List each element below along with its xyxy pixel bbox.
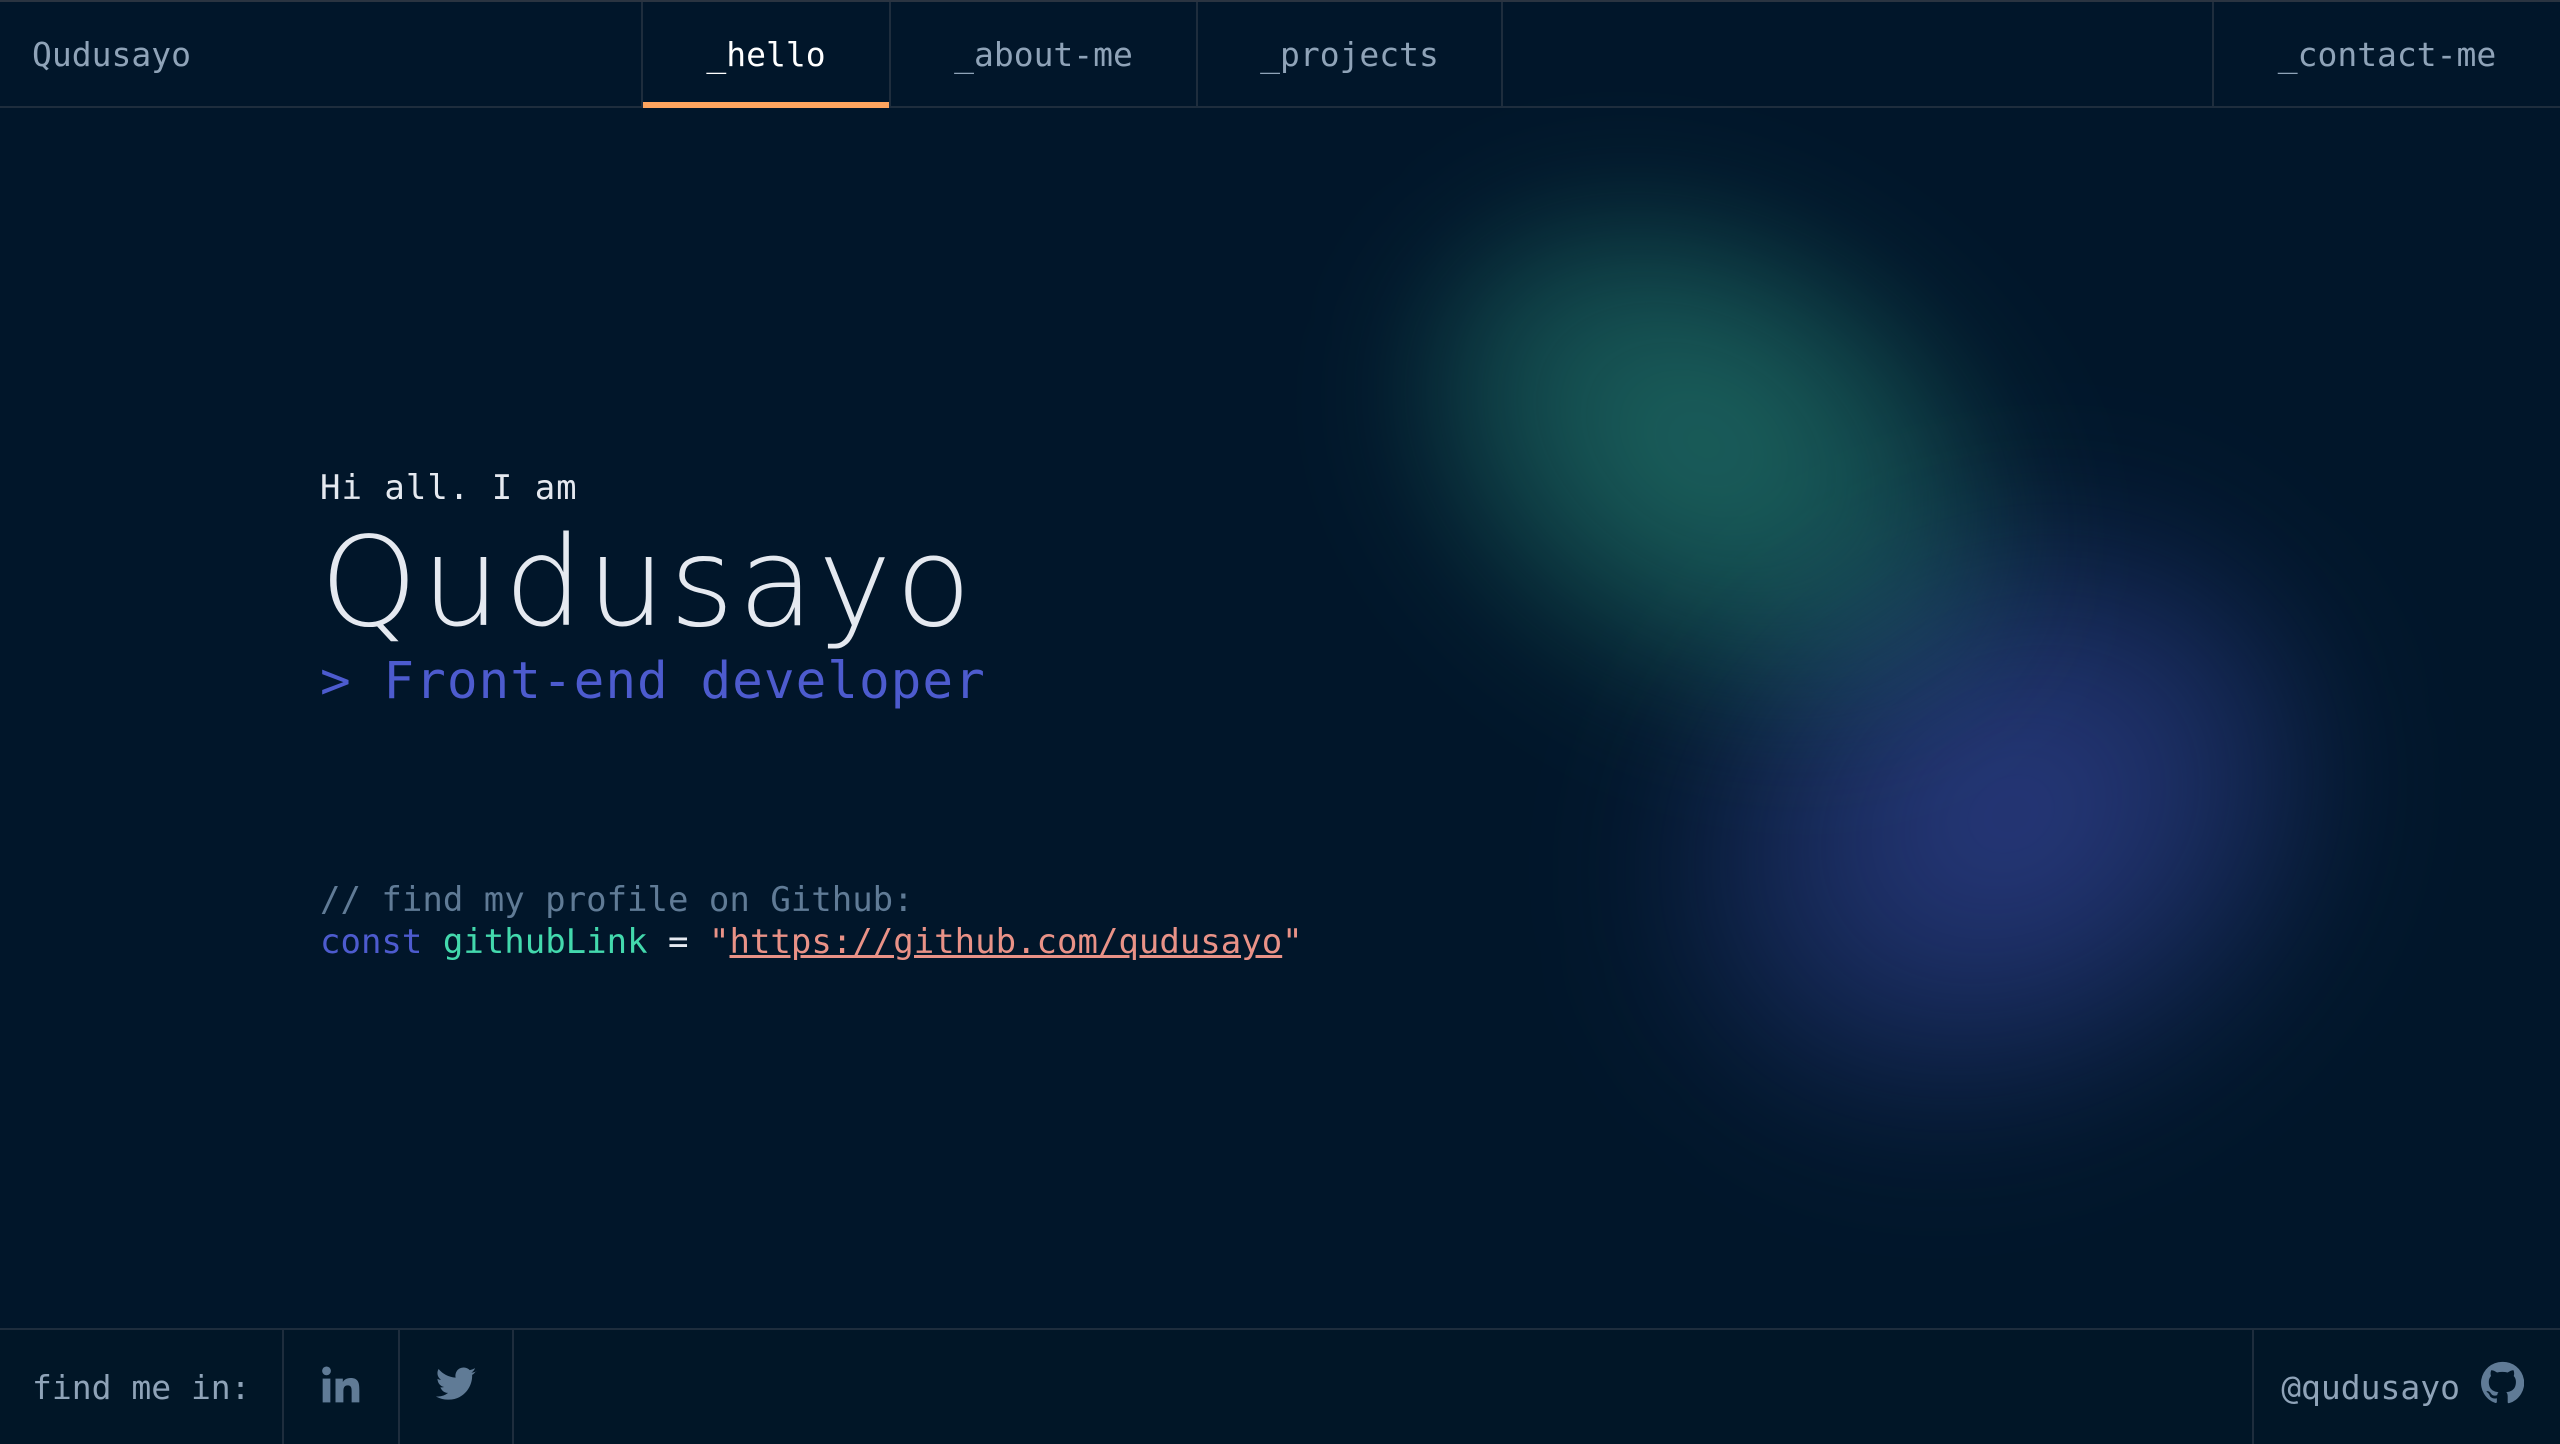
footer-bar: find me in: @qudusayo bbox=[0, 1328, 2560, 1444]
twitter-icon bbox=[434, 1363, 478, 1411]
footer-spacer bbox=[514, 1330, 2252, 1444]
tab-contact-me[interactable]: _contact-me bbox=[2212, 2, 2560, 106]
hero-name: Qudusayo bbox=[320, 511, 976, 655]
role-text: > Front-end developer bbox=[320, 652, 986, 711]
linkedin-link[interactable] bbox=[282, 1330, 398, 1444]
github-link[interactable]: https://github.com/qudusayo bbox=[729, 922, 1282, 962]
code-operator: = bbox=[668, 922, 689, 962]
tab-projects[interactable]: _projects bbox=[1196, 2, 1503, 106]
twitter-link[interactable] bbox=[398, 1330, 514, 1444]
github-handle-link[interactable]: @qudusayo bbox=[2252, 1330, 2560, 1444]
code-variable: githubLink bbox=[442, 922, 648, 962]
code-quote-close: " bbox=[1282, 922, 1303, 962]
github-handle: @qudusayo bbox=[2281, 1367, 2460, 1407]
code-comment: // find my profile on Github: bbox=[320, 880, 914, 920]
code-line: const githubLink = "https://github.com/q… bbox=[320, 921, 1303, 963]
code-keyword: const bbox=[320, 922, 423, 962]
greeting-text: Hi all. I am bbox=[320, 468, 578, 508]
hero-section: Hi all. I am Qudusayo > Front-end develo… bbox=[320, 468, 986, 711]
app-window: Qudusayo _hello _about-me _projects _con… bbox=[0, 0, 2560, 1444]
code-quote-open: " bbox=[709, 922, 730, 962]
tab-about-me[interactable]: _about-me bbox=[889, 2, 1196, 106]
linkedin-icon bbox=[319, 1363, 363, 1411]
find-me-label: find me in: bbox=[32, 1367, 251, 1407]
github-code-snippet: // find my profile on Github: const gith… bbox=[320, 879, 1303, 963]
github-icon bbox=[2480, 1361, 2525, 1413]
brand-name[interactable]: Qudusayo bbox=[0, 2, 641, 106]
tab-hello[interactable]: _hello bbox=[641, 2, 889, 108]
top-nav: Qudusayo _hello _about-me _projects _con… bbox=[0, 2, 2560, 108]
